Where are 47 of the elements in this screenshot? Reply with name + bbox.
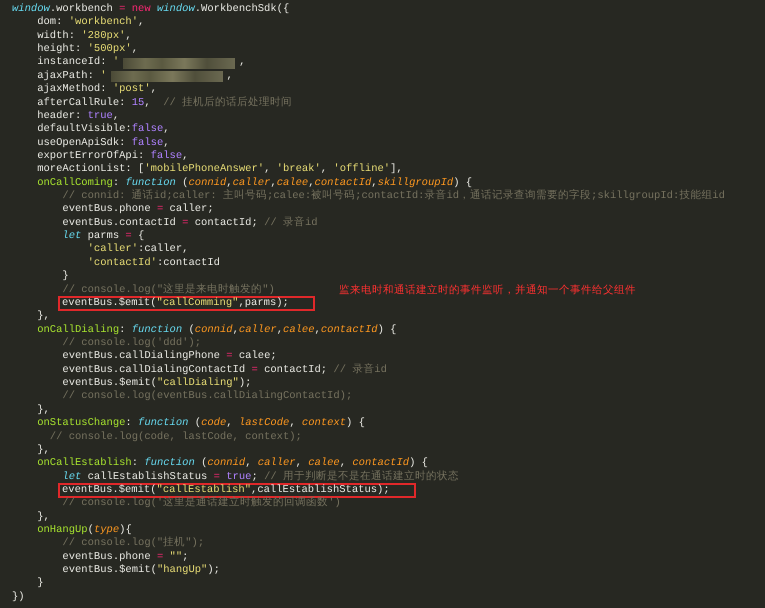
- code-text: }: [61, 270, 69, 284]
- code-text: }): [12, 590, 25, 604]
- code-text: onStatusChange: function (code, lastCode, context) {: [36, 417, 365, 430]
- code-text: defaultVisible:false,: [36, 123, 170, 137]
- code-text: // console.log('这里是通话建立时触发的回调函数'): [61, 497, 341, 511]
- code-text: eventBus.phone = caller;: [61, 203, 214, 217]
- code-text: },: [36, 310, 50, 324]
- code-text: // console.log("这里是来电时触发的"): [61, 284, 275, 297]
- code-text: ajaxMethod: 'post',: [36, 83, 157, 97]
- code-text: afterCallRule: 15, // 挂机后的话后处理时间: [36, 96, 292, 110]
- code-text: eventBus.callDialingPhone = calee;: [61, 350, 277, 364]
- code-text: // console.log("挂机");: [61, 537, 204, 551]
- code-text: instanceId: ': [36, 56, 120, 70]
- code-text: ,: [226, 70, 233, 84]
- code-text: eventBus.$emit("hangUp");: [61, 564, 220, 578]
- code-text: let callEstablishStatus = true; // 用于判断是不是在通话建立时的状态: [61, 470, 459, 484]
- code-text: // connid: 通话id;caller: 主叫号码;calee:被叫号码;contactId:录音id，通话记录查询需要的字段;skillgroupId:技能组id: [61, 190, 725, 203]
- highlight-box: eventBus.$emit("callComming",parms);: [58, 296, 315, 312]
- code-text: let parms = {: [61, 230, 144, 243]
- code-text: 'caller':caller,: [86, 243, 188, 257]
- code-text: // console.log('ddd');: [61, 336, 202, 350]
- code-text: onCallComing: function (connid,caller,calee,contactId,skillgroupId) {: [36, 176, 472, 189]
- code-text: dom: 'workbench',: [36, 16, 144, 30]
- code-text: ,: [239, 56, 246, 70]
- code-text: // console.log(code, lastCode, context);: [48, 430, 302, 444]
- code-text: moreActionList: ['mobilePhoneAnswer', 'break', 'offline'],: [36, 163, 403, 177]
- code-text: eventBus.contactId = contactId; // 录音id: [61, 216, 318, 230]
- code-text: width: '280px',: [36, 30, 132, 43]
- code-text: eventBus.$emit("callDialing");: [61, 377, 252, 390]
- code-text: height: '500px',: [36, 43, 138, 56]
- code-text: onCallDialing: function (connid,caller,calee,contactId) {: [36, 324, 396, 337]
- code-text: },: [36, 444, 50, 457]
- code-text: onCallEstablish: function (connid, caller, calee, contactId) {: [36, 457, 428, 470]
- code-text: header: true,: [36, 110, 120, 123]
- code-text: window.workbench = new window.WorkbenchSdk({: [12, 3, 290, 16]
- code-text: },: [36, 404, 50, 417]
- code-text: exportErrorOfApi: false,: [36, 150, 188, 163]
- code-text: ajaxPath: ': [36, 70, 107, 83]
- annotation-text: 监来电时和通话建立时的事件监听，并通知一个事件给父组件: [338, 284, 636, 297]
- code-text: eventBus.phone = "";: [61, 550, 188, 564]
- code-text: 'contactId':contactId: [86, 256, 220, 270]
- code-text: },: [36, 510, 50, 524]
- code-text: // console.log(eventBus.callDialingContactId);: [61, 390, 352, 404]
- code-text: onHangUp(type){: [36, 524, 132, 537]
- code-text: eventBus.callDialingContactId = contactId; // 录音id: [61, 364, 387, 377]
- code-text: }: [36, 577, 44, 591]
- code-text: useOpenApiSdk: false,: [36, 136, 170, 150]
